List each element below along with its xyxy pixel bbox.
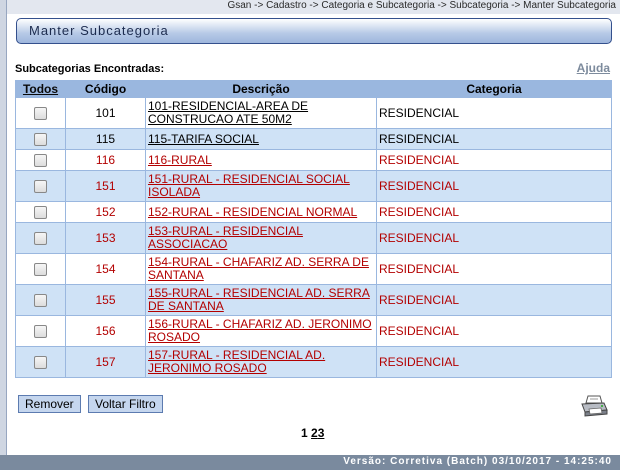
row-checkbox[interactable] [34, 154, 47, 168]
results-label: Subcategorias Encontradas: [15, 63, 165, 75]
row-category: RESIDENCIAL [376, 97, 612, 129]
top-bar: Gsan -> Cadastro -> Categoria e Subcateg… [0, 0, 620, 14]
column-header-categoria: Categoria [376, 80, 612, 98]
row-description-link[interactable]: 153-RURAL - RESIDENCIAL ASSOCIACAO [148, 225, 374, 251]
table-row: 101 101-RESIDENCIAL-AREA DE CONSTRUCAO A… [15, 97, 612, 129]
page-link-3[interactable]: 3 [318, 426, 325, 440]
row-category: RESIDENCIAL [376, 346, 612, 378]
remove-button[interactable]: Remover [18, 395, 81, 413]
table-row: 155 155-RURAL - RESIDENCIAL AD. SERRA DE… [15, 284, 612, 316]
row-checkbox[interactable] [34, 232, 47, 246]
row-category: RESIDENCIAL [376, 128, 612, 150]
row-description-link[interactable]: 155-RURAL - RESIDENCIAL AD. SERRA DE SAN… [148, 287, 374, 313]
table-row: 156 156-RURAL - CHAFARIZ AD. JERONIMO RO… [15, 315, 612, 347]
row-checkbox[interactable] [34, 263, 47, 277]
table-row: 153 153-RURAL - RESIDENCIAL ASSOCIACAO R… [15, 222, 612, 254]
breadcrumb: Gsan -> Cadastro -> Categoria e Subcateg… [227, 0, 616, 11]
row-description-link[interactable]: 116-RURAL [148, 153, 374, 167]
row-checkbox[interactable] [34, 294, 47, 308]
row-description-link[interactable]: 115-TARIFA SOCIAL [148, 132, 374, 146]
row-checkbox[interactable] [34, 325, 47, 339]
row-checkbox[interactable] [34, 133, 47, 147]
row-description-link[interactable]: 152-RURAL - RESIDENCIAL NORMAL [148, 205, 374, 219]
row-code: 155 [65, 284, 146, 316]
left-frame-divider [0, 0, 7, 455]
row-code: 152 [65, 201, 146, 223]
current-page: 1 [301, 426, 308, 440]
row-code: 156 [65, 315, 146, 347]
row-code: 115 [65, 128, 146, 150]
row-category: RESIDENCIAL [376, 201, 612, 223]
row-code: 157 [65, 346, 146, 378]
row-category: RESIDENCIAL [376, 170, 612, 202]
row-code: 153 [65, 222, 146, 254]
table-row: 154 154-RURAL - CHAFARIZ AD. SERRA DE SA… [15, 253, 612, 285]
pagination: 1 23 [301, 426, 324, 440]
row-code: 116 [65, 149, 146, 171]
column-header-descricao: Descrição [145, 80, 377, 98]
row-category: RESIDENCIAL [376, 315, 612, 347]
help-link[interactable]: Ajuda [577, 61, 610, 75]
column-header-codigo: Código [65, 80, 146, 98]
page-link-2[interactable]: 2 [311, 426, 318, 440]
row-code: 154 [65, 253, 146, 285]
row-category: RESIDENCIAL [376, 284, 612, 316]
table-row: 151 151-RURAL - RESIDENCIAL SOCIAL ISOLA… [15, 170, 612, 202]
row-code: 151 [65, 170, 146, 202]
row-checkbox[interactable] [34, 206, 47, 220]
subcategory-table: Todos Código Descrição Categoria 101 101… [15, 80, 612, 378]
select-all-link[interactable]: Todos [15, 80, 66, 98]
table-header-row: Todos Código Descrição Categoria [15, 80, 612, 98]
page-title: Manter Subcategoria [29, 23, 169, 38]
row-description-link[interactable]: 156-RURAL - CHAFARIZ AD. JERONIMO ROSADO [148, 318, 374, 344]
table-row: 116 116-RURAL RESIDENCIAL [15, 149, 612, 171]
footer-bar: Versão: Corretiva (Batch) 03/10/2017 - 1… [0, 455, 620, 470]
table-row: 115 115-TARIFA SOCIAL RESIDENCIAL [15, 128, 612, 150]
row-checkbox[interactable] [34, 180, 47, 194]
row-category: RESIDENCIAL [376, 149, 612, 171]
row-description-link[interactable]: 154-RURAL - CHAFARIZ AD. SERRA DE SANTAN… [148, 256, 374, 282]
table-row: 152 152-RURAL - RESIDENCIAL NORMAL RESID… [15, 201, 612, 223]
row-checkbox[interactable] [34, 107, 47, 121]
row-description-link[interactable]: 157-RURAL - RESIDENCIAL AD. JERONIMO ROS… [148, 349, 374, 375]
version-info: Versão: Corretiva (Batch) 03/10/2017 - 1… [343, 456, 612, 467]
printer-icon[interactable] [580, 394, 608, 418]
row-code: 101 [65, 97, 146, 129]
page-header: Manter Subcategoria [16, 18, 612, 44]
back-to-filter-button[interactable]: Voltar Filtro [88, 395, 163, 413]
row-checkbox[interactable] [34, 356, 47, 370]
table-row: 157 157-RURAL - RESIDENCIAL AD. JERONIMO… [15, 346, 612, 378]
row-category: RESIDENCIAL [376, 222, 612, 254]
row-description-link[interactable]: 151-RURAL - RESIDENCIAL SOCIAL ISOLADA [148, 173, 374, 199]
row-category: RESIDENCIAL [376, 253, 612, 285]
row-description-link[interactable]: 101-RESIDENCIAL-AREA DE CONSTRUCAO ATE 5… [148, 100, 374, 126]
